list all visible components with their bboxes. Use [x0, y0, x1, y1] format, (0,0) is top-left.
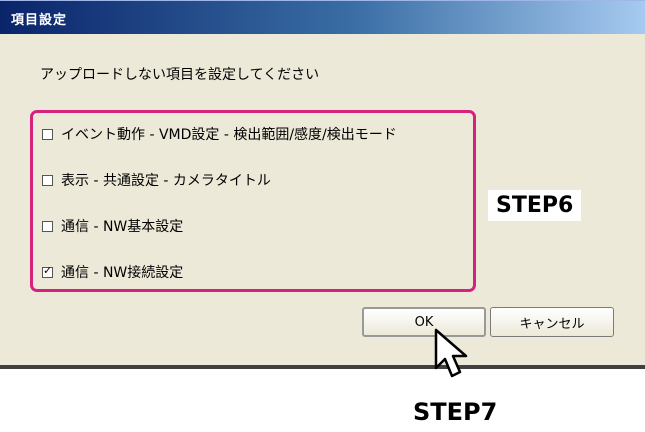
step6-label: STEP6: [488, 190, 582, 221]
title-bar: 項目設定: [0, 1, 645, 34]
window-title: 項目設定: [11, 13, 68, 28]
step6-highlight-frame: [30, 110, 476, 292]
instruction-text: アップロードしない項目を設定してください: [40, 67, 320, 83]
step7-label: STEP7: [413, 398, 498, 426]
dialog-bottom-edge: [0, 365, 645, 369]
cancel-button[interactable]: キャンセル: [490, 307, 614, 337]
mouse-pointer-icon: [434, 328, 468, 378]
